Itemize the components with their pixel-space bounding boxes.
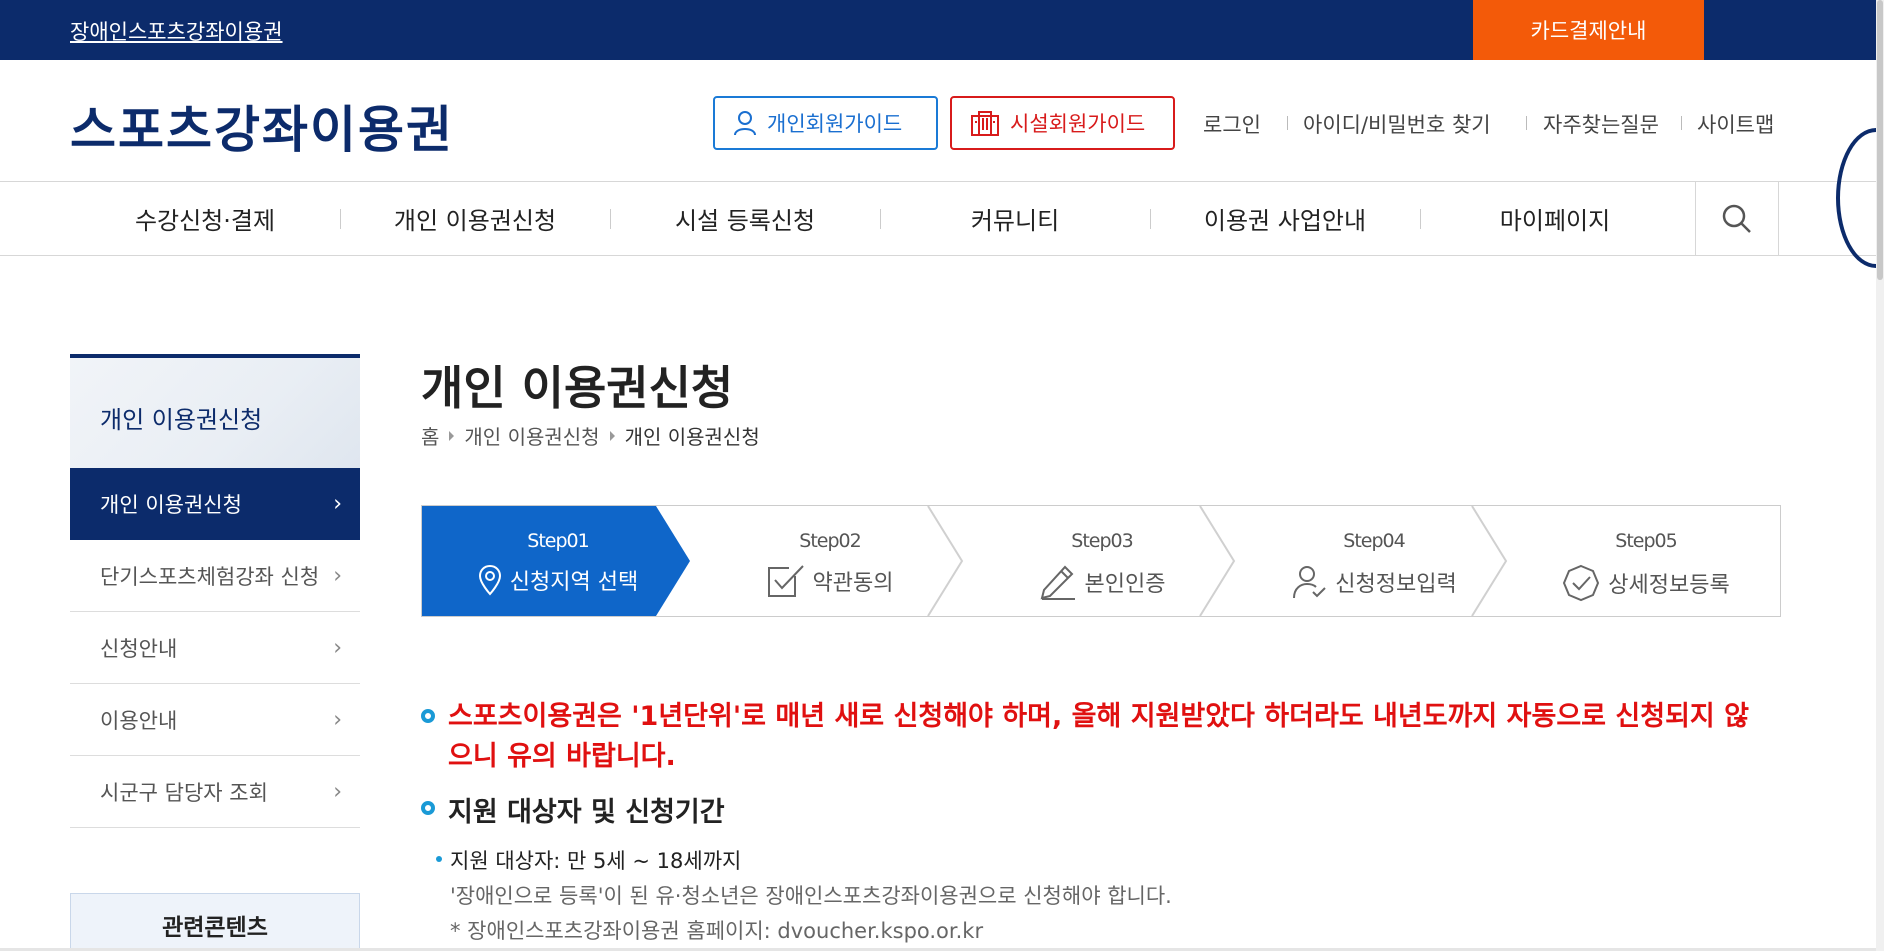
- step-number: Step03: [1071, 530, 1133, 552]
- sidebar-item-short-term-experience[interactable]: 단기스포츠체험강좌 신청 ›: [70, 540, 360, 612]
- notice-line-2: 으니 유의 바랍니다.: [448, 741, 676, 772]
- sidebar-item-application-guide[interactable]: 신청안내 ›: [70, 612, 360, 684]
- login-link[interactable]: 로그인: [1203, 109, 1261, 139]
- sidebar-item-label: 시군구 담당자 조회: [100, 780, 268, 805]
- badge-check-icon: [1563, 564, 1600, 602]
- disabled-voucher-link[interactable]: 장애인스포츠강좌이용권: [70, 16, 283, 46]
- step-number: Step01: [527, 530, 589, 552]
- personal-guide-button[interactable]: 개인회원가이드: [713, 96, 938, 150]
- pencil-icon: [1040, 565, 1075, 600]
- util-divider: [1526, 116, 1527, 130]
- util-divider: [1287, 116, 1288, 130]
- breadcrumb: 홈 개인 이용권신청 개인 이용권신청: [421, 421, 760, 450]
- facility-guide-button[interactable]: 시설회원가이드: [950, 96, 1175, 150]
- sidebar-title-box: 개인 이용권신청: [70, 354, 360, 468]
- step-2: Step02 약관동의: [694, 506, 966, 616]
- sidebar-item-label: 개인 이용권신청: [100, 493, 242, 517]
- step-1: Step01 신청지역 선택: [422, 506, 694, 616]
- checkbox-icon: [767, 565, 804, 597]
- gnb-item-facility-register[interactable]: 시설 등록신청: [610, 182, 880, 255]
- sidebar-title: 개인 이용권신청: [100, 406, 263, 434]
- gnb-item-course-payment[interactable]: 수강신청·결제: [70, 182, 340, 255]
- support-target-label: 지원 대상자: 만 5세 ~ 18세까지: [450, 849, 742, 873]
- main-navigation: 수강신청·결제 개인 이용권신청 시설 등록신청 커뮤니티 이용권 사업안내 마…: [0, 181, 1876, 256]
- step-3: Step03 본인인증: [966, 506, 1238, 616]
- section-title: 지원 대상자 및 신청기간: [448, 797, 725, 828]
- person-icon: [734, 111, 756, 136]
- personal-guide-label: 개인회원가이드: [767, 112, 903, 136]
- step-label: 약관동의: [812, 571, 894, 596]
- chevron-right-icon: ›: [333, 707, 342, 732]
- building-icon: [971, 111, 999, 136]
- annual-application-notice: 스포츠이용권은 '1년단위'로 매년 새로 신청해야 하며, 올해 지원받았다 …: [421, 697, 1781, 777]
- dvoucher-url-note: * 장애인스포츠강좌이용권 홈페이지: dvoucher.kspo.or.kr: [450, 919, 984, 943]
- step-number: Step05: [1615, 530, 1677, 552]
- bullet-ring-icon: [421, 709, 435, 723]
- search-icon: [1722, 204, 1751, 233]
- location-pin-icon: [478, 564, 501, 596]
- step-number: Step02: [799, 530, 861, 552]
- sidebar-item-label: 신청안내: [100, 636, 178, 661]
- sitemap-link[interactable]: 사이트맵: [1697, 109, 1774, 139]
- chevron-right-icon: ›: [333, 779, 342, 804]
- chevron-right-icon: ›: [333, 635, 342, 660]
- support-target-note: '장애인으로 등록'이 된 유·청소년은 장애인스포츠강좌이용권으로 신청해야 …: [450, 884, 1172, 908]
- chevron-right-icon: ›: [333, 491, 342, 517]
- bullet-ring-icon: [421, 801, 435, 815]
- chevron-right-icon: ›: [333, 563, 342, 588]
- step-label: 본인인증: [1084, 572, 1166, 597]
- bullet-dot-icon: [436, 856, 442, 862]
- breadcrumb-current: 개인 이용권신청: [624, 425, 760, 449]
- section-heading: 지원 대상자 및 신청기간: [421, 790, 725, 829]
- gnb-item-business-info[interactable]: 이용권 사업안내: [1150, 182, 1420, 255]
- breadcrumb-item[interactable]: 개인 이용권신청: [464, 421, 599, 450]
- top-bar: 장애인스포츠강좌이용권 카드결제안내: [0, 0, 1876, 60]
- step-number: Step04: [1343, 530, 1405, 552]
- find-id-password-link[interactable]: 아이디/비밀번호 찾기: [1303, 109, 1491, 139]
- scrollbar-thumb[interactable]: [1877, 0, 1883, 280]
- sidebar-item-district-contact[interactable]: 시군구 담당자 조회 ›: [70, 756, 360, 828]
- util-divider: [1681, 116, 1682, 130]
- step-label: 상세정보등록: [1608, 573, 1730, 598]
- sidebar-item-usage-guide[interactable]: 이용안내 ›: [70, 684, 360, 756]
- facility-guide-label: 시설회원가이드: [1010, 112, 1146, 136]
- notice-line-1: 스포츠이용권은 '1년단위'로 매년 새로 신청해야 하며, 올해 지원받았다 …: [448, 701, 1750, 732]
- gnb-item-personal-voucher[interactable]: 개인 이용권신청: [340, 182, 610, 255]
- sidebar-item-label: 단기스포츠체험강좌 신청: [100, 564, 320, 589]
- faq-link[interactable]: 자주찾는질문: [1543, 109, 1659, 139]
- site-logo[interactable]: 스포츠강좌이용권: [70, 90, 454, 162]
- step-5: Step05 상세정보등록: [1510, 506, 1780, 616]
- related-contents-header[interactable]: 관련콘텐츠: [70, 893, 360, 951]
- search-button[interactable]: [1695, 182, 1779, 255]
- step-4: Step04 신청정보입력: [1238, 506, 1510, 616]
- user-check-icon: [1293, 566, 1326, 599]
- step-label: 신청지역 선택: [509, 570, 639, 595]
- sidebar-item-personal-voucher[interactable]: 개인 이용권신청 ›: [70, 468, 360, 540]
- step-label: 신청정보입력: [1335, 572, 1457, 597]
- breadcrumb-arrow-icon: [609, 430, 615, 441]
- breadcrumb-arrow-icon: [449, 430, 455, 441]
- gnb-item-community[interactable]: 커뮤니티: [880, 182, 1150, 255]
- breadcrumb-home[interactable]: 홈: [421, 421, 439, 450]
- step-progress: Step01 신청지역 선택 Step02 약관동의 Step03 본인인증 S…: [421, 505, 1781, 617]
- sidebar-item-label: 이용안내: [100, 708, 178, 733]
- gnb-item-mypage[interactable]: 마이페이지: [1420, 182, 1690, 255]
- page-title: 개인 이용권신청: [421, 361, 734, 415]
- card-payment-button[interactable]: 카드결제안내: [1473, 0, 1704, 60]
